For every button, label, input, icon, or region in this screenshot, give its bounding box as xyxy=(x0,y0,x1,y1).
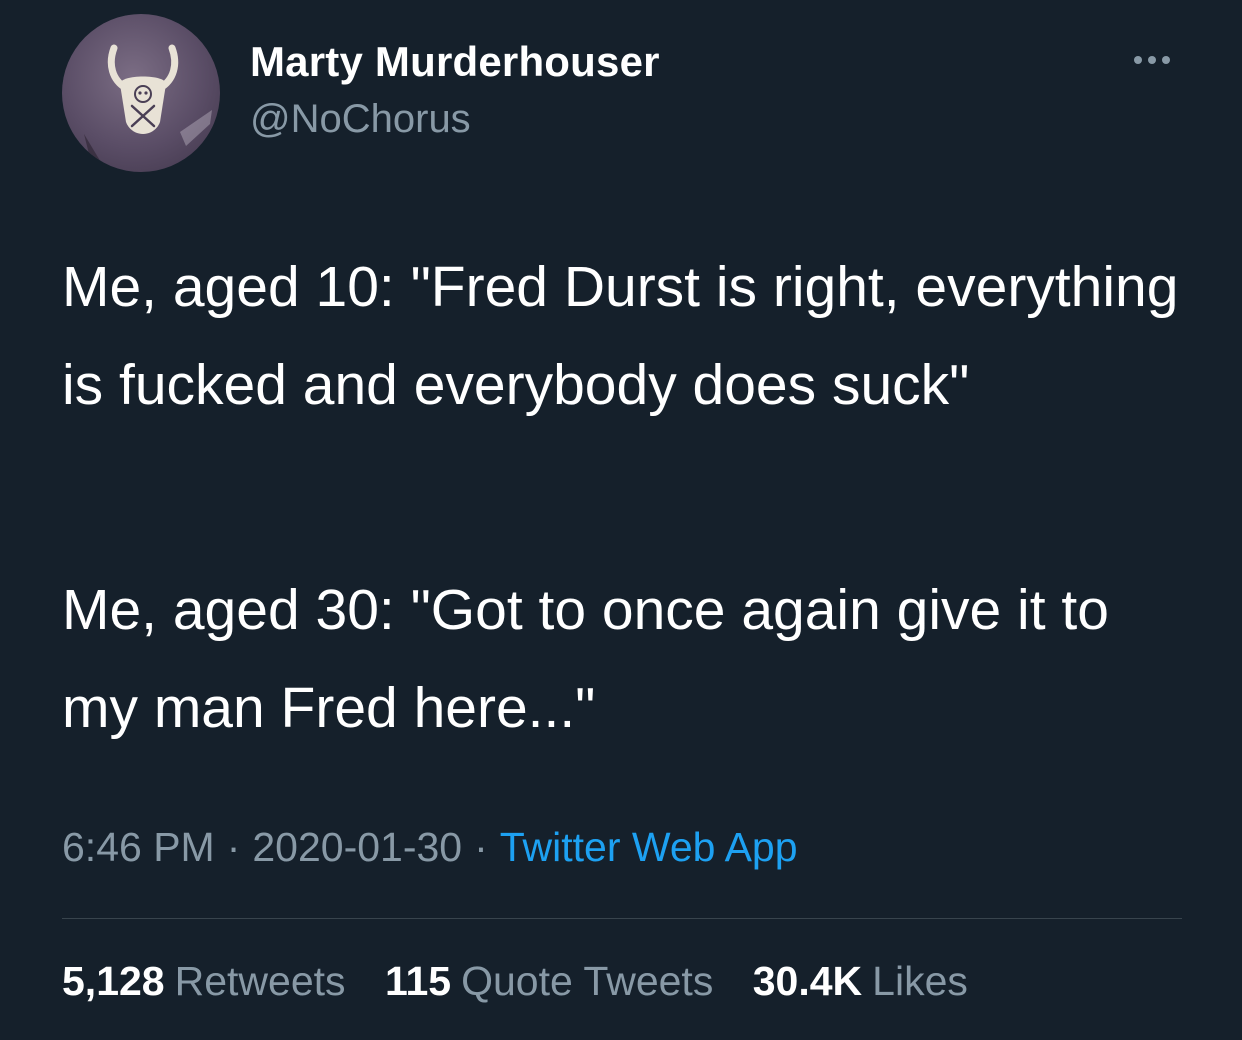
tweet-text-paragraph: Me, aged 30: "Got to once again give it … xyxy=(62,578,1109,740)
retweets-label: Retweets xyxy=(174,958,346,1004)
horned-skull-avatar-icon xyxy=(84,44,212,166)
likes-stat[interactable]: 30.4K Likes xyxy=(753,958,968,1004)
more-dot xyxy=(1162,56,1170,64)
quote-tweets-count: 115 xyxy=(384,958,452,1004)
tweet-date[interactable]: 2020-01-30 xyxy=(252,824,462,870)
tweet-meta: 6:46 PM · 2020-01-30 · Twitter Web App xyxy=(62,824,798,871)
tweet-time[interactable]: 6:46 PM xyxy=(62,824,215,870)
more-options-button[interactable] xyxy=(1120,40,1184,80)
meta-separator: · xyxy=(474,824,488,870)
more-dot xyxy=(1148,56,1156,64)
retweets-count: 5,128 xyxy=(62,958,165,1004)
display-name[interactable]: Marty Murderhouser xyxy=(250,38,660,86)
more-horizontal-icon xyxy=(1134,56,1142,64)
avatar[interactable] xyxy=(62,14,220,172)
retweets-stat[interactable]: 5,128 Retweets xyxy=(62,958,346,1004)
user-handle[interactable]: @NoChorus xyxy=(250,97,471,142)
tweet-detail: Marty Murderhouser @NoChorus Me, aged 10… xyxy=(0,0,1242,1040)
engagement-stats: 5,128 Retweets 115 Quote Tweets 30.4K Likes xyxy=(62,958,996,1005)
quote-tweets-label: Quote Tweets xyxy=(461,958,714,1004)
likes-count: 30.4K xyxy=(752,958,863,1004)
tweet-source-link[interactable]: Twitter Web App xyxy=(500,824,798,870)
divider xyxy=(62,918,1182,919)
likes-label: Likes xyxy=(872,958,968,1004)
meta-separator: · xyxy=(226,824,241,870)
quote-tweets-stat[interactable]: 115 Quote Tweets xyxy=(385,958,713,1004)
tweet-text-paragraph: Me, aged 10: "Fred Durst is right, every… xyxy=(62,255,1179,417)
